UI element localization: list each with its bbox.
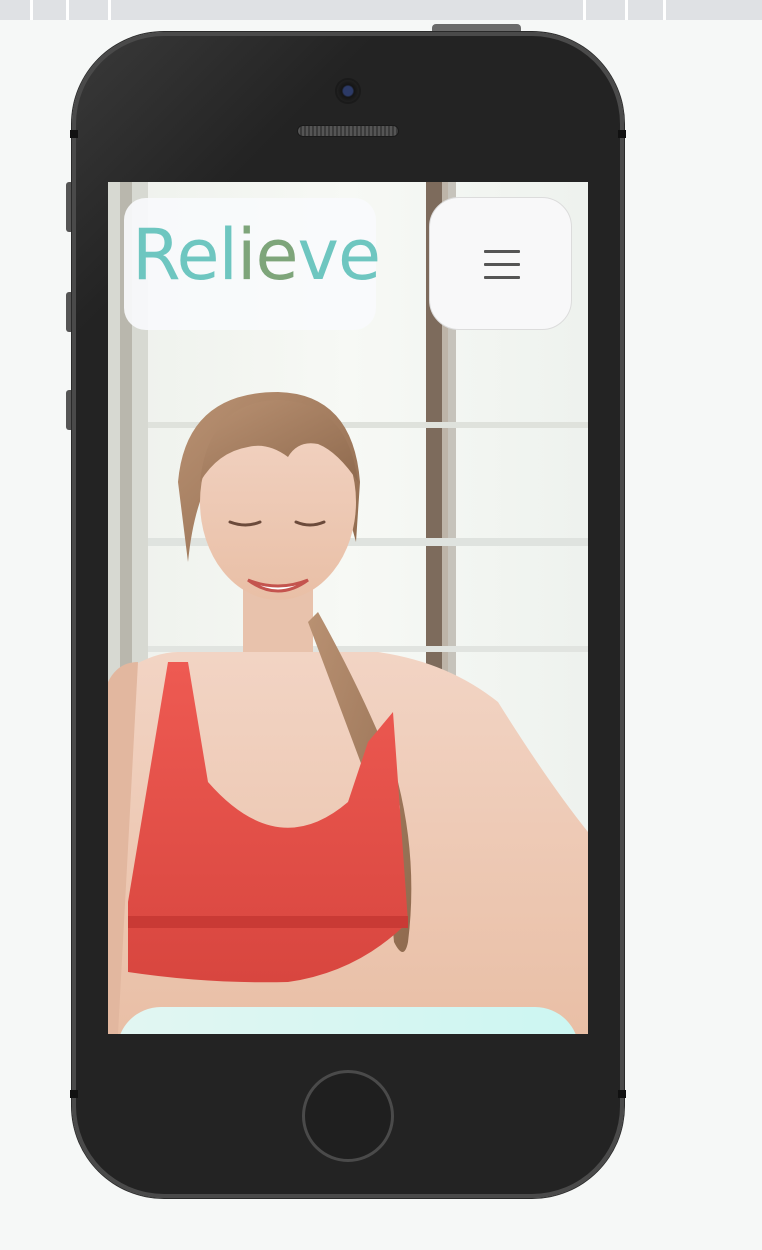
tab-separator xyxy=(583,0,586,20)
hamburger-menu-icon xyxy=(484,250,520,253)
earpiece-speaker xyxy=(298,126,398,136)
browser-top-bar xyxy=(0,0,762,20)
tab-separator xyxy=(625,0,628,20)
phone-antenna-line xyxy=(70,1090,78,1098)
phone-antenna-line xyxy=(70,130,78,138)
hamburger-menu-icon xyxy=(484,263,520,266)
tab-separator xyxy=(108,0,111,20)
phone-screen: Relieve xyxy=(108,182,588,1034)
tab-separator xyxy=(663,0,666,20)
tab-separator xyxy=(30,0,33,20)
logo-container[interactable]: Relieve xyxy=(124,198,381,330)
front-camera-icon xyxy=(337,80,359,102)
content-card xyxy=(117,1007,579,1034)
tab-separator xyxy=(66,0,69,20)
hamburger-menu-button[interactable] xyxy=(429,197,572,330)
hamburger-menu-icon xyxy=(484,276,520,279)
home-button[interactable] xyxy=(302,1070,394,1162)
phone-antenna-line xyxy=(618,1090,626,1098)
phone-antenna-line xyxy=(618,130,626,138)
logo-text: Relieve xyxy=(132,214,381,296)
